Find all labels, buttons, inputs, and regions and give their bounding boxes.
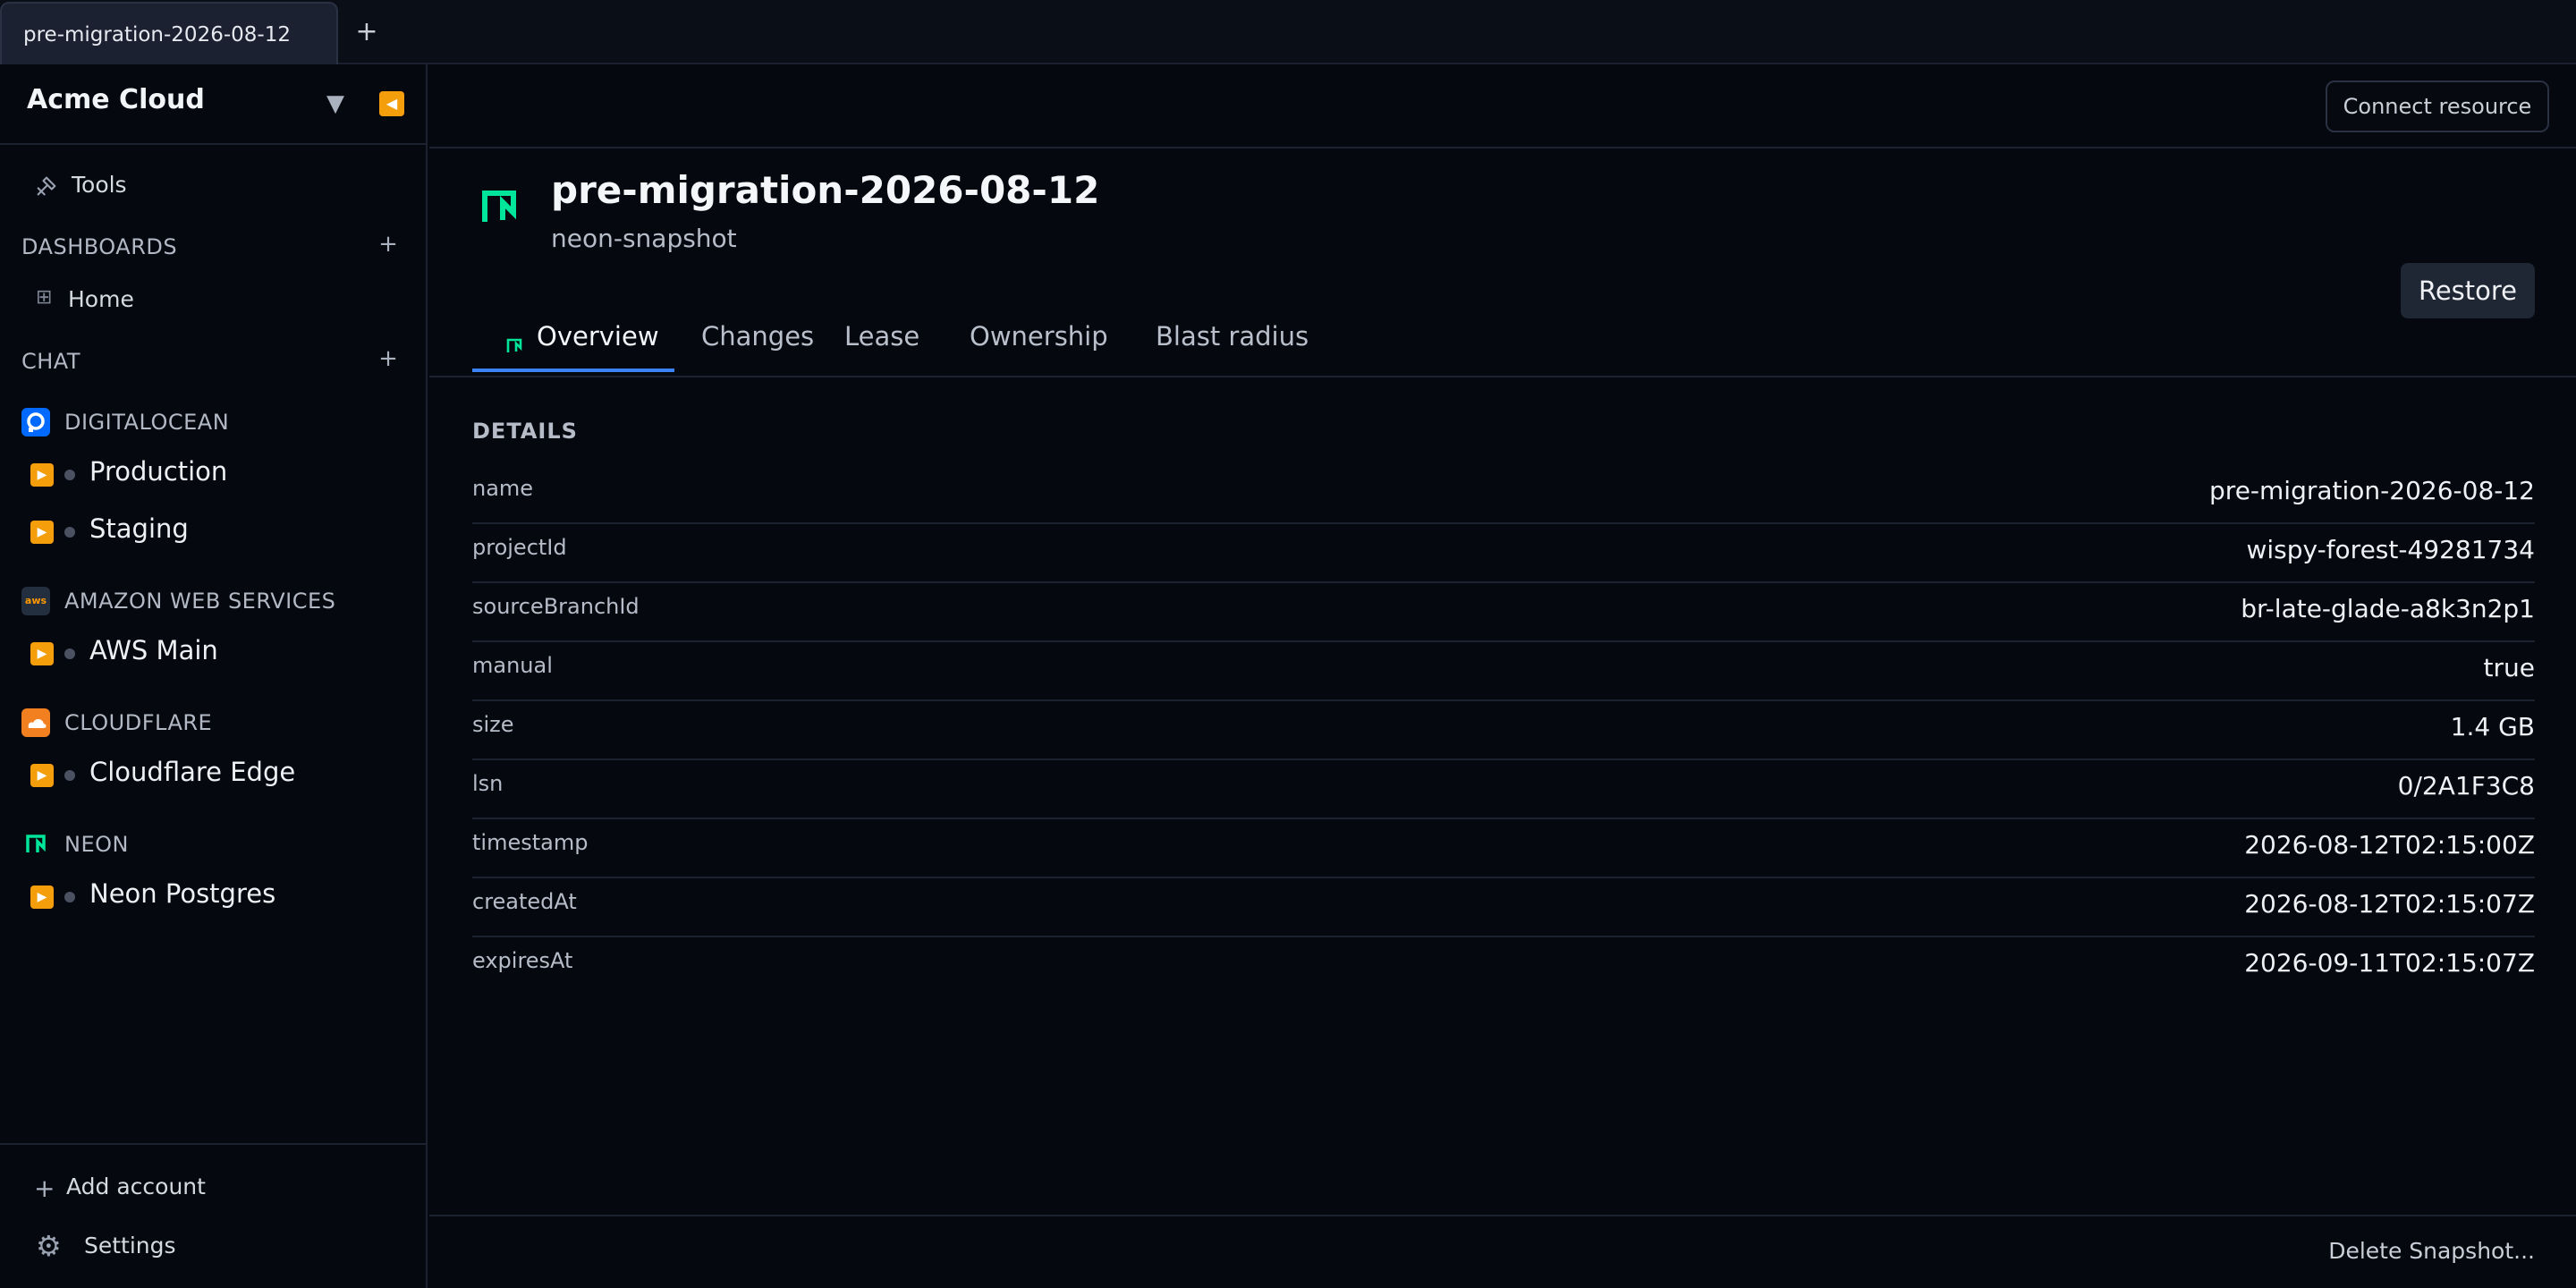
resource-label: AWS Main	[89, 635, 218, 665]
detail-value: true	[2483, 653, 2535, 682]
gear-icon: ⚙	[36, 1229, 62, 1263]
add-dashboard-button[interactable]: +	[376, 231, 401, 258]
play-icon: ▶	[30, 521, 54, 544]
org-dropdown-icon[interactable]: ▼	[322, 86, 349, 122]
play-icon: ▶	[30, 886, 54, 909]
detail-value: 2026-09-11T02:15:07Z	[2244, 948, 2535, 978]
play-icon: ▶	[30, 764, 54, 787]
neon-icon	[504, 326, 526, 352]
add-account-label: Add account	[66, 1174, 206, 1199]
page-title: pre-migration-2026-08-12	[551, 168, 1100, 212]
provider-neon: NEON	[64, 832, 129, 857]
detail-value: 2026-08-12T02:15:00Z	[2244, 830, 2535, 860]
chat-heading: CHAT	[21, 349, 81, 374]
detail-row-manual: manual true	[472, 642, 2535, 701]
main-panel: Connect resource pre-migration-2026-08-1…	[429, 64, 2576, 1288]
neon-logo-icon	[476, 184, 522, 231]
resource-item-neon-postgres[interactable]: ▶ Neon Postgres	[0, 871, 426, 919]
detail-key: expiresAt	[472, 948, 573, 973]
detail-key: projectId	[472, 535, 567, 560]
resource-label: Cloudflare Edge	[89, 757, 296, 787]
detail-key: name	[472, 476, 534, 501]
detail-row-sourceBranchId: sourceBranchId br-late-glade-a8k3n2p1	[472, 583, 2535, 642]
status-dot	[64, 892, 75, 902]
aws-icon: aws	[21, 587, 50, 615]
tab-changes[interactable]: Changes	[701, 315, 814, 372]
tab-lease[interactable]: Lease	[844, 315, 919, 372]
digitalocean-icon	[21, 408, 50, 436]
resource-item-production[interactable]: ▶ Production	[0, 449, 426, 497]
resource-label: Production	[89, 456, 228, 487]
resource-label: Staging	[89, 513, 189, 544]
provider-aws: AMAZON WEB SERVICES	[64, 589, 336, 614]
detail-row-name: name pre-migration-2026-08-12	[472, 465, 2535, 524]
detail-row-expiresAt: expiresAt 2026-09-11T02:15:07Z	[472, 937, 2535, 996]
resource-item-cloudflare-edge[interactable]: ▶ Cloudflare Edge	[0, 750, 426, 798]
detail-value: 0/2A1F3C8	[2397, 771, 2535, 801]
details-heading: DETAILS	[472, 419, 578, 444]
cloudflare-icon	[21, 708, 50, 737]
provider-cloudflare: CLOUDFLARE	[64, 710, 213, 735]
resource-label: Neon Postgres	[89, 878, 276, 909]
detail-row-timestamp: timestamp 2026-08-12T02:15:00Z	[472, 819, 2535, 878]
tab-label: Overview	[537, 321, 659, 352]
detail-value: 1.4 GB	[2450, 712, 2535, 741]
tools-icon	[34, 174, 59, 199]
play-icon: ▶	[30, 642, 54, 665]
top-bar: Connect resource	[429, 64, 2576, 148]
resource-type: neon-snapshot	[551, 224, 737, 253]
grid-icon: ⊞	[36, 286, 53, 309]
detail-value: wispy-forest-49281734	[2246, 535, 2535, 564]
tab-overview[interactable]: Overview	[472, 315, 674, 372]
connect-resource-button[interactable]: Connect resource	[2326, 80, 2549, 132]
resource-item-aws-main[interactable]: ▶ AWS Main	[0, 628, 426, 676]
add-account-button[interactable]: + Add account	[0, 1145, 426, 1208]
tab-strip: pre-migration-2026-08-12 +	[0, 0, 2576, 64]
detail-key: size	[472, 712, 514, 737]
detail-row-lsn: lsn 0/2A1F3C8	[472, 760, 2535, 819]
plus-icon: +	[34, 1174, 55, 1203]
tools-label: Tools	[72, 172, 127, 198]
bottom-bar: Delete Snapshot...	[429, 1215, 2576, 1288]
resource-item-staging[interactable]: ▶ Staging	[0, 506, 426, 555]
new-tab-button[interactable]: +	[351, 13, 383, 52]
tab-blast-radius[interactable]: Blast radius	[1156, 315, 1309, 372]
detail-key: lsn	[472, 771, 504, 796]
detail-key: manual	[472, 653, 553, 678]
status-dot	[64, 527, 75, 538]
detail-row-size: size 1.4 GB	[472, 701, 2535, 760]
detail-row-projectId: projectId wispy-forest-49281734	[472, 524, 2535, 583]
sidebar-item-home[interactable]: ⊞ Home	[0, 279, 426, 324]
play-icon: ▶	[30, 463, 54, 487]
delete-snapshot-button[interactable]: Delete Snapshot...	[2328, 1238, 2535, 1264]
detail-value: pre-migration-2026-08-12	[2209, 476, 2535, 505]
add-chat-button[interactable]: +	[376, 345, 401, 372]
detail-key: createdAt	[472, 889, 577, 914]
provider-digitalocean: DIGITALOCEAN	[64, 410, 230, 435]
detail-key: timestamp	[472, 830, 589, 855]
dashboards-heading: DASHBOARDS	[21, 234, 178, 259]
browser-tab-active[interactable]: pre-migration-2026-08-12	[0, 2, 338, 64]
detail-value: 2026-08-12T02:15:07Z	[2244, 889, 2535, 919]
sidebar: Acme Cloud ▼ ◀ Tools DASHBOARDS + ⊞ Home…	[0, 64, 428, 1288]
sidebar-footer: + Add account ⚙ Settings	[0, 1143, 426, 1288]
tab-ownership[interactable]: Ownership	[970, 315, 1108, 372]
detail-row-createdAt: createdAt 2026-08-12T02:15:07Z	[472, 878, 2535, 937]
org-name[interactable]: Acme Cloud	[27, 84, 205, 115]
settings-button[interactable]: ⚙ Settings	[0, 1208, 426, 1279]
resource-header: pre-migration-2026-08-12 neon-snapshot R…	[429, 148, 2576, 377]
settings-label: Settings	[84, 1233, 176, 1258]
status-dot	[64, 470, 75, 480]
restore-button[interactable]: Restore	[2401, 263, 2535, 318]
detail-key: sourceBranchId	[472, 594, 640, 619]
status-dot	[64, 770, 75, 781]
status-dot	[64, 648, 75, 659]
neon-icon	[21, 830, 50, 859]
detail-value: br-late-glade-a8k3n2p1	[2241, 594, 2535, 623]
sidebar-item-tools[interactable]: Tools	[0, 163, 426, 209]
collapse-sidebar-icon[interactable]: ◀	[379, 91, 404, 116]
home-label: Home	[68, 286, 134, 312]
sidebar-header: Acme Cloud ▼ ◀	[0, 64, 426, 145]
